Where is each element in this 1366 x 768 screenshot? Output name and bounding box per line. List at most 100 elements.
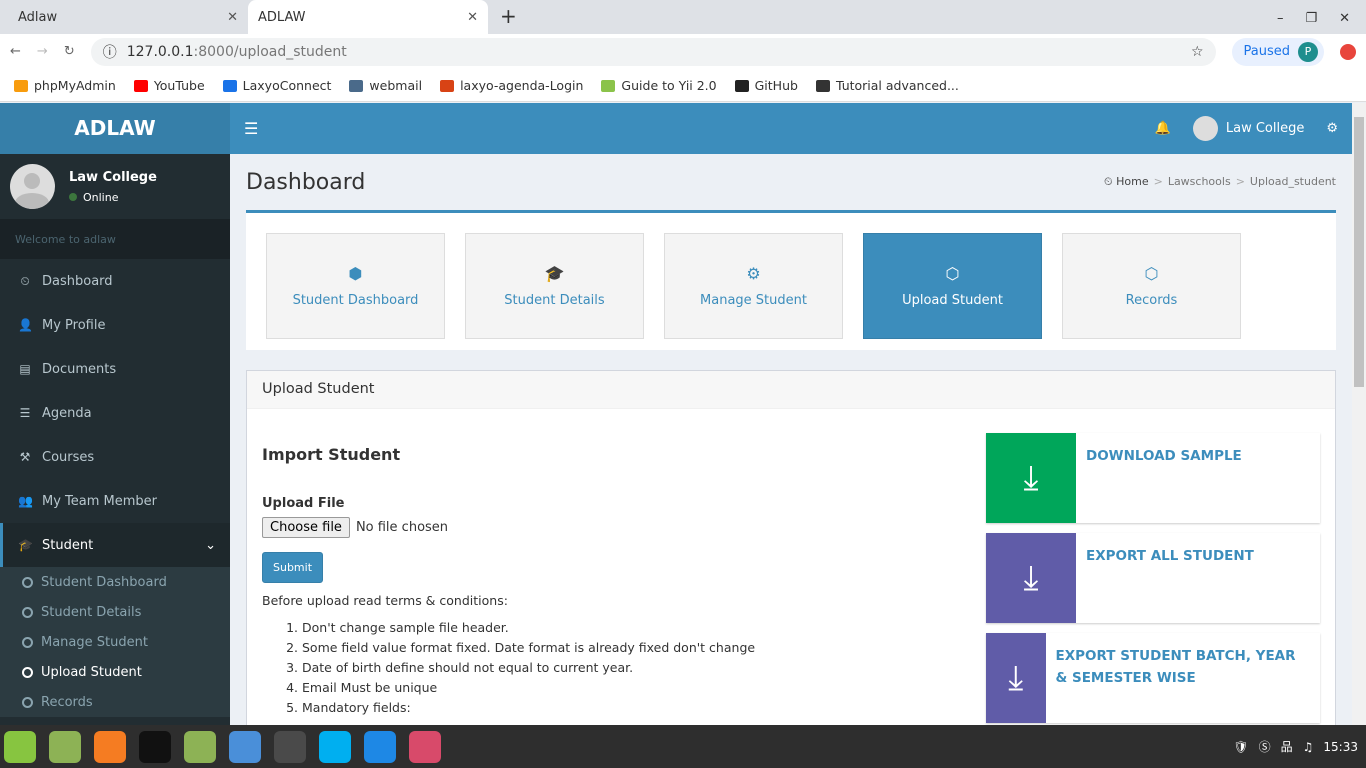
reload-icon[interactable]: ↻ [64,44,75,59]
action-box[interactable]: ⤓ DOWNLOAD SAMPLE [986,433,1320,523]
submenu-item[interactable]: Records [0,687,230,717]
card-student-dashboard[interactable]: ⬢ Student Dashboard [266,233,445,339]
sound-icon[interactable]: ♫ [1303,740,1314,754]
card-label: Student Details [504,293,605,308]
paused-label: Paused [1243,44,1290,59]
card-manage-student[interactable]: ⚙ Manage Student [664,233,843,339]
clock[interactable]: 15:33 [1323,740,1358,754]
bookmark-label: laxyo-agenda-Login [460,77,584,93]
avatar [10,164,55,209]
sidebar-item-documents[interactable]: ▤ Documents [0,347,230,391]
bookmark-label: Tutorial advanced... [835,77,959,93]
terms-intro: Before upload read terms & conditions: [262,593,508,608]
term-item: Don't change sample file header. [302,618,986,638]
url-input[interactable]: ⓘ 127.0.0.1:8000/upload_student ☆ [90,37,1216,66]
bookmark[interactable]: laxyo-agenda-Login [440,78,583,93]
sidebar-item-my-profile[interactable]: 👤 My Profile [0,303,230,347]
files-icon[interactable] [49,730,81,763]
sidebar-item-dashboard[interactable]: ⏲ Dashboard [0,259,230,303]
bookmark-icon [14,79,28,92]
scrollbar[interactable] [1352,103,1366,725]
close-icon[interactable]: ✕ [227,10,238,25]
bell-icon[interactable]: 🔔 [1155,121,1171,136]
bookmark[interactable]: phpMyAdmin [14,78,116,93]
close-icon[interactable]: ✕ [467,10,478,25]
sidebar-item-student[interactable]: 🎓 Student ⌄ [0,523,230,567]
user-panel: Law College Online [0,154,230,219]
skype-tray-icon[interactable]: Ⓢ [1259,738,1271,755]
close-window-icon[interactable]: ✕ [1339,11,1350,26]
maximize-icon[interactable]: ❐ [1305,11,1317,26]
top-navbar: ☰ 🔔 Law College ⚙ [230,103,1352,154]
breadcrumb-current: Upload_student [1249,175,1336,188]
avatar [1192,116,1218,141]
bookmark[interactable]: Guide to Yii 2.0 [601,78,717,93]
browser-tab-2[interactable]: ADLAW ✕ [248,0,488,34]
image-viewer-icon[interactable] [409,730,441,763]
new-tab-button[interactable]: + [488,4,529,34]
gears-icon[interactable]: ⚙ [1326,121,1338,136]
bookmark[interactable]: YouTube [133,78,205,93]
action-label[interactable]: EXPORT STUDENT BATCH, YEAR & SEMESTER WI… [1046,633,1320,723]
update-icon[interactable] [1340,43,1356,60]
download-icon: ⤓ [986,433,1076,523]
minimize-icon[interactable]: – [1277,11,1284,26]
hamburger-menu-icon[interactable]: ☰ [244,119,258,138]
terminal-icon[interactable] [139,730,171,763]
sidebar-item-courses[interactable]: ⚒ Courses [0,435,230,479]
sidebar-item-my-team-member[interactable]: 👥 My Team Member [0,479,230,523]
firefox-icon[interactable] [94,730,126,763]
submenu-item[interactable]: Student Dashboard [0,567,230,597]
mint-menu-icon[interactable] [4,730,36,763]
network-icon[interactable]: 品 [1281,738,1293,755]
action-box[interactable]: ⤓ EXPORT ALL STUDENT [986,533,1320,623]
bookmark-icon [349,79,364,92]
breadcrumb-home[interactable]: Home [1116,175,1148,188]
sublime-icon[interactable] [274,730,306,763]
bookmark[interactable]: webmail [349,78,422,93]
sidebar-item-label: Student [42,537,94,553]
box-title: Upload Student [247,371,1335,409]
card-student-details[interactable]: 🎓 Student Details [465,233,644,339]
choose-file-button[interactable]: Choose file [262,517,350,538]
tab-strip: Adlaw ✕ ADLAW ✕ + – ❐ ✕ [0,0,1366,34]
action-label[interactable]: DOWNLOAD SAMPLE [1076,433,1252,523]
action-label[interactable]: EXPORT ALL STUDENT [1076,533,1264,623]
bookmark[interactable]: Tutorial advanced... [815,77,959,93]
taskbar: 🛡 Ⓢ 品 ♫ 15:33 [0,725,1366,768]
term-item: Date of birth define should not equal to… [302,658,986,678]
sidebar-item-agenda[interactable]: ☰ Agenda [0,391,230,435]
bookmark[interactable]: GitHub [734,78,798,93]
star-icon[interactable]: ☆ [1191,44,1204,60]
forward-icon[interactable]: → [37,44,48,59]
bookmark[interactable]: LaxyoConnect [222,78,331,93]
card-records[interactable]: ⬡ Records [1062,233,1241,339]
user-menu[interactable]: Law College [1192,116,1305,141]
bookmark-label: phpMyAdmin [34,77,116,93]
shield-icon[interactable]: 🛡 [1233,740,1248,754]
notes-icon[interactable] [364,730,396,763]
logo[interactable]: ADLAW [0,103,230,154]
submenu-item[interactable]: Student Details [0,597,230,627]
download-icon: ⤓ [986,533,1076,623]
folder-icon[interactable] [184,730,216,763]
chrome-icon[interactable] [229,730,261,763]
back-icon[interactable]: ← [10,44,21,59]
submit-button[interactable]: Submit [262,552,324,583]
submenu-item[interactable]: Manage Student [0,627,230,657]
user-name: Law College [1225,121,1305,136]
bookmark-label: webmail [369,77,423,93]
card-label: Student Dashboard [292,293,419,308]
menu-icon: 🎓 [18,538,33,552]
action-box[interactable]: ⤓ EXPORT STUDENT BATCH, YEAR & SEMESTER W… [986,633,1320,723]
submenu-item[interactable]: Upload Student [0,657,230,687]
card-icon: ⬡ [1144,264,1159,283]
card-upload-student[interactable]: ⬡ Upload Student [863,233,1042,339]
card-icon: ⚙ [746,264,761,283]
breadcrumb-lawschools[interactable]: Lawschools [1168,175,1231,188]
file-status: No file chosen [355,520,449,535]
browser-tab-1[interactable]: Adlaw ✕ [8,0,248,34]
skype-icon[interactable] [319,730,351,763]
upload-file-label: Upload File [262,496,345,511]
profile-button[interactable]: Paused P [1231,37,1324,66]
